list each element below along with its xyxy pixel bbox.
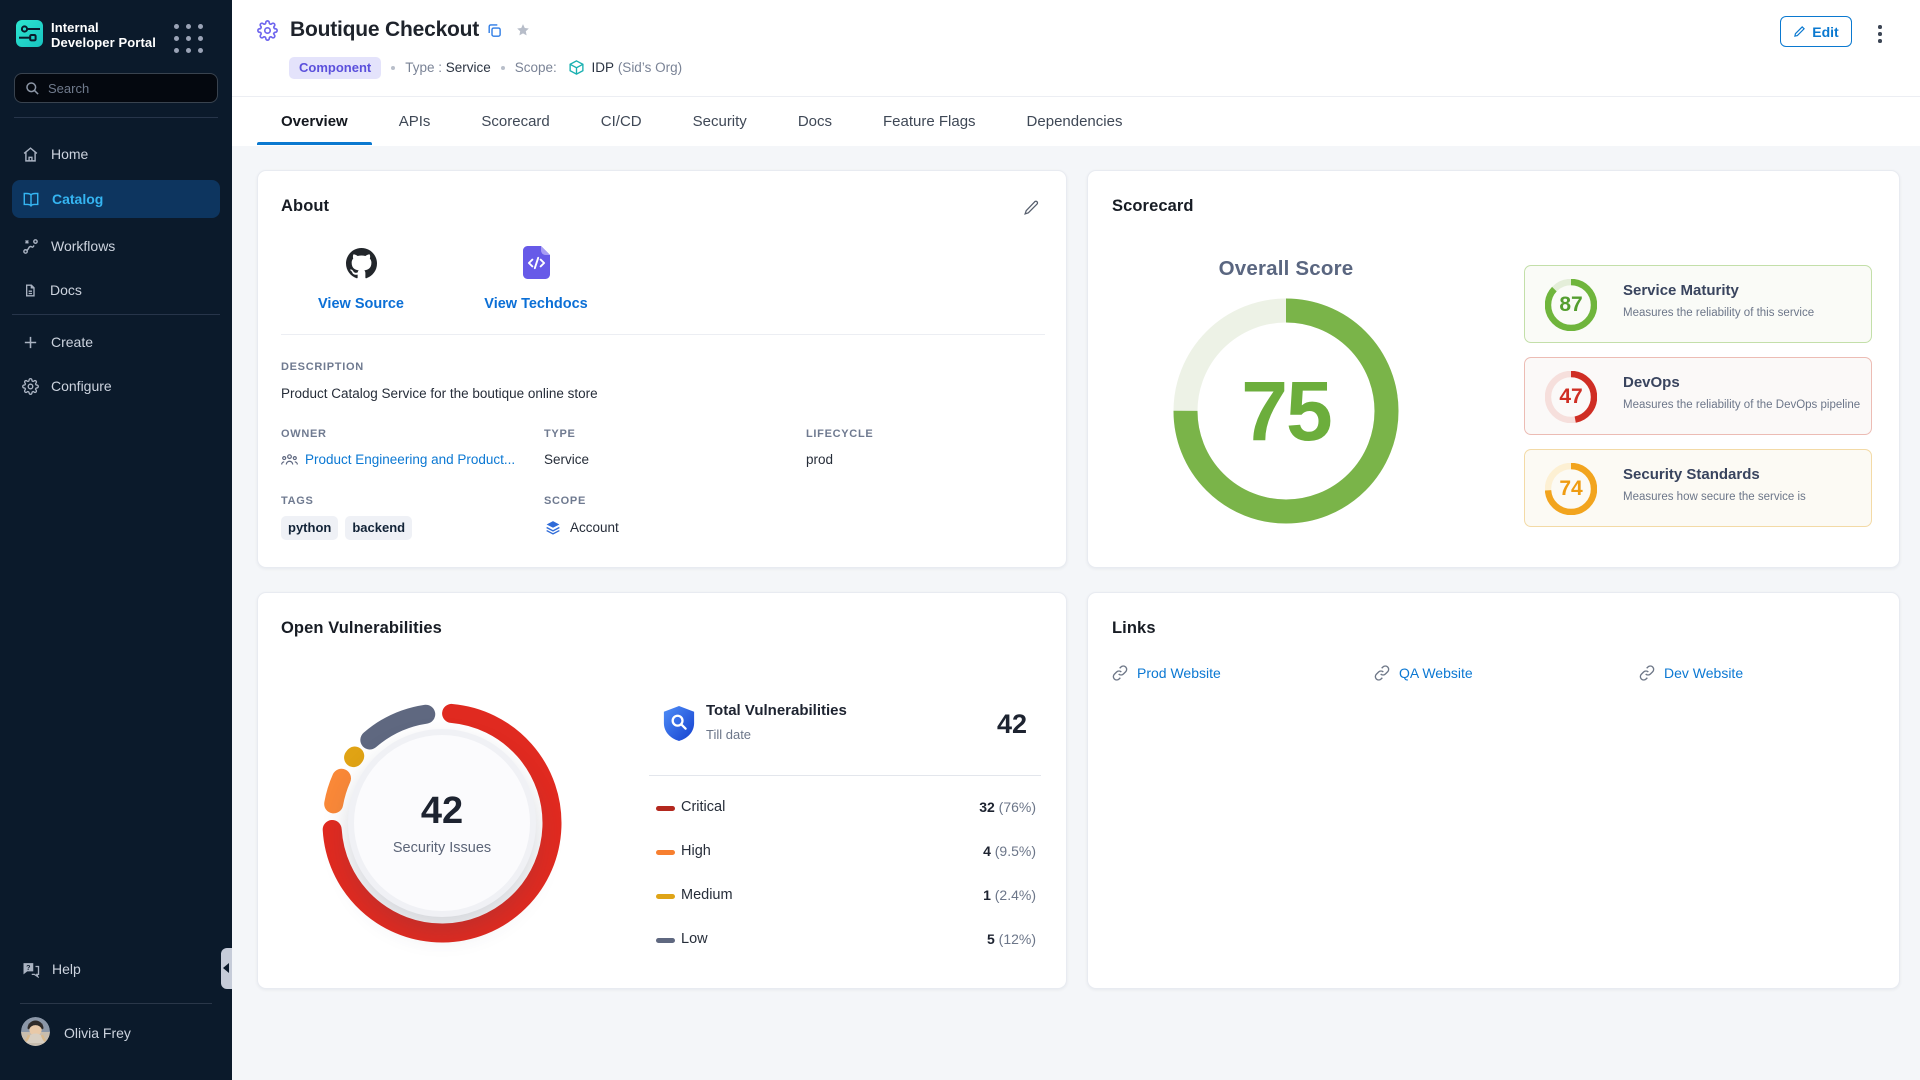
svg-text:?: ? — [26, 963, 30, 971]
